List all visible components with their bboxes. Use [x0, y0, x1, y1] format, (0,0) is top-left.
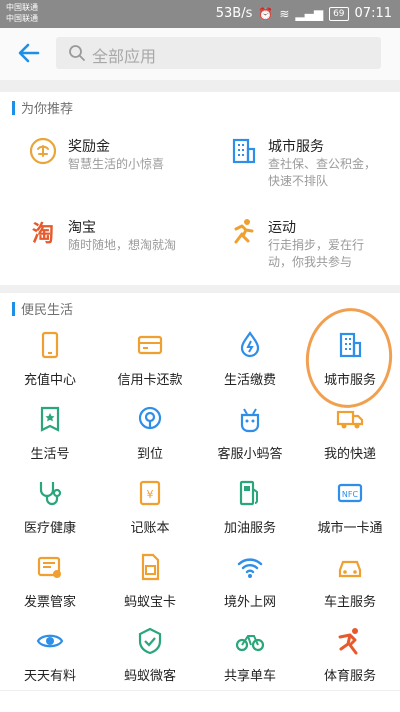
- fuel-pump-icon: [239, 480, 258, 506]
- section-title-recommend: 为你推荐: [12, 98, 73, 117]
- delivery-truck-icon: [336, 410, 364, 429]
- sport-figure-icon: [338, 628, 358, 655]
- robot-icon: [240, 408, 260, 433]
- star-badge-icon: [40, 406, 60, 432]
- search-icon: [69, 45, 85, 61]
- carrier-label-2: 中国联通: [6, 14, 38, 23]
- wifi-icon: [237, 558, 263, 578]
- grid-item-medical[interactable]: 医疗健康: [0, 479, 100, 555]
- eye-icon: [36, 634, 64, 648]
- recommend-item-taobao[interactable]: 淘 淘宝 随时随地，想淘就淘: [28, 217, 208, 277]
- recommend-item-sport[interactable]: 运动 行走捐步，爱在行动，你我共参与: [228, 217, 400, 277]
- ledger-icon: ¥: [139, 480, 161, 506]
- grid-item-fuel[interactable]: 加油服务: [200, 479, 300, 555]
- network-speed: 53B/s: [215, 6, 253, 21]
- grid-item-ledger[interactable]: ¥ 记账本: [100, 479, 200, 555]
- transit-card-icon: NFC: [337, 483, 363, 503]
- status-bar: 中国联通 中国联通 53B/s ⏰ ≋ ▂▄▆ 69 07:11: [0, 0, 400, 28]
- alarm-icon: ⏰: [258, 6, 274, 21]
- car-icon: [338, 560, 362, 578]
- bicycle-icon: [236, 635, 264, 652]
- credit-card-icon: [137, 335, 163, 355]
- taobao-icon: 淘: [32, 221, 54, 247]
- next-section-edge: [0, 690, 400, 712]
- reward-coin-icon: [29, 137, 57, 165]
- grid-item-daowei[interactable]: 到位: [100, 405, 200, 481]
- grid-item-car-service[interactable]: 车主服务: [300, 553, 400, 629]
- recommend-item-reward[interactable]: 奖励金 智慧生活的小惊喜: [28, 136, 208, 196]
- signal-icon: ▂▄▆: [295, 6, 324, 21]
- grid-item-invoice[interactable]: 发票管家: [0, 553, 100, 629]
- back-arrow-icon[interactable]: [16, 40, 42, 66]
- recommend-item-city-service[interactable]: 城市服务 查社保、查公积金，快速不排队: [228, 136, 400, 196]
- recommend-section: 为你推荐 奖励金 智慧生活的小惊喜 城市服务 查社保、查公积金，快速不排队 淘 …: [0, 92, 400, 285]
- city-building-icon: [232, 138, 256, 164]
- battery-indicator: 69: [329, 6, 349, 21]
- location-pin-icon: [138, 406, 162, 430]
- phone-icon: [41, 331, 59, 359]
- svg-text:NFC: NFC: [342, 490, 359, 499]
- wifi-status-icon: ≋: [279, 6, 290, 21]
- invoice-icon: [37, 556, 61, 578]
- search-input[interactable]: 全部应用: [56, 37, 381, 69]
- grid-item-customer-service[interactable]: 客服小蚂答: [200, 405, 300, 481]
- svg-text:¥: ¥: [147, 488, 154, 501]
- running-icon: [234, 219, 254, 244]
- grid-item-transit-card[interactable]: NFC 城市一卡通: [300, 479, 400, 555]
- grid-item-ant-card[interactable]: 蚂蚁宝卡: [100, 553, 200, 629]
- top-header: 全部应用: [0, 28, 400, 81]
- carrier-label-1: 中国联通: [6, 3, 38, 12]
- sim-card-icon: [141, 553, 160, 581]
- utility-drop-icon: [240, 331, 260, 358]
- stethoscope-icon: [39, 482, 62, 506]
- search-placeholder: 全部应用: [92, 47, 157, 66]
- grid-item-utility[interactable]: 生活缴费: [200, 331, 300, 407]
- grid-item-recharge[interactable]: 充值中心: [0, 331, 100, 407]
- section-title-convenience: 便民生活: [12, 299, 73, 318]
- grid-item-life-account[interactable]: 生活号: [0, 405, 100, 481]
- grid-item-credit-card[interactable]: 信用卡还款: [100, 331, 200, 407]
- svg-text:淘: 淘: [32, 221, 54, 247]
- shield-check-icon: [138, 627, 162, 655]
- grid-item-overseas-wifi[interactable]: 境外上网: [200, 553, 300, 629]
- clock-time: 07:11: [354, 6, 392, 21]
- grid-item-my-delivery[interactable]: 我的快递: [300, 405, 400, 481]
